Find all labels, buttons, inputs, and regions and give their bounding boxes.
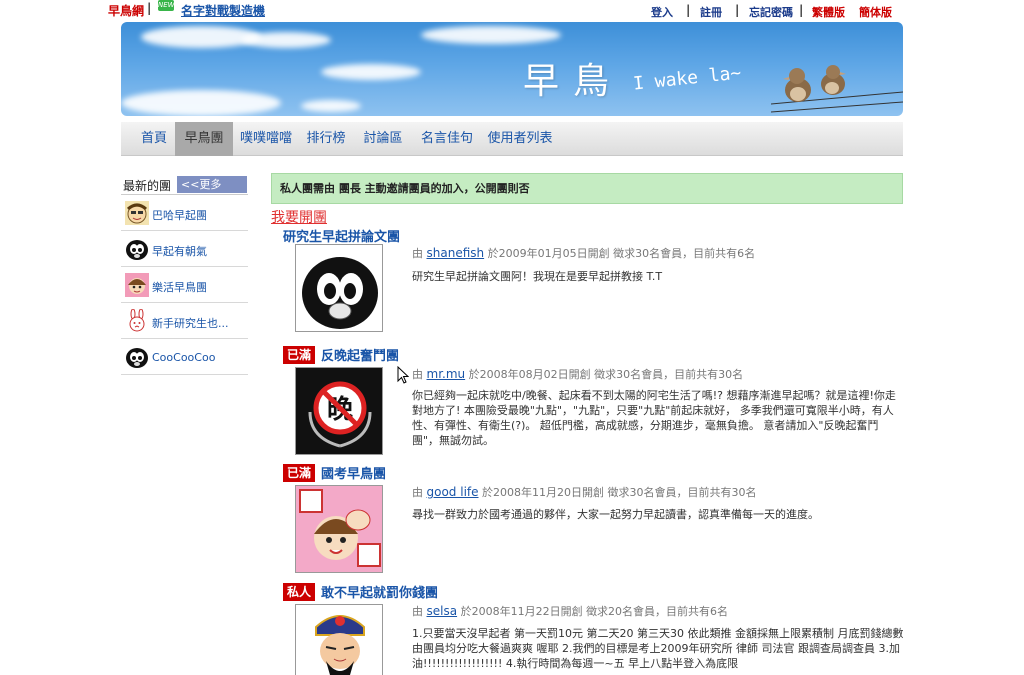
group-thumbnail[interactable] (295, 604, 383, 675)
group-meta-prefix: 由 (412, 605, 423, 618)
nav-pupu[interactable]: 噗噗噹噹 (236, 122, 296, 156)
rabbit-icon (129, 309, 145, 332)
login-link[interactable]: 登入 (651, 4, 673, 20)
simplified-chinese-link[interactable]: 簡体版 (859, 4, 892, 20)
group-entry: 研究生早起拼論文團 由 shanefish 於2009年01月05日開創 徵求3… (283, 226, 903, 338)
site-name-link[interactable]: 早鳥網 (108, 2, 144, 19)
separator: | (147, 1, 152, 15)
group-entry: 已滿 國考早鳥團 由 good life 於2008年11月20日開創 徵求30名… (283, 463, 903, 575)
nav-home[interactable]: 首頁 (133, 122, 175, 156)
birds-on-wire-icon (771, 65, 903, 113)
status-badge: 已滿 (283, 463, 316, 482)
header-banner: 早鳥 I wake la~ (121, 22, 903, 116)
sidebar-title: 最新的團 (123, 179, 172, 193)
group-meta-text: 於2008年11月20日開創 徵求30名會員，目前共有30名 (482, 486, 757, 499)
sidebar-item-label[interactable]: 巴哈早起團 (152, 207, 207, 223)
group-creator-link[interactable]: good life (427, 485, 479, 499)
top-bar: 早鳥網 | NEW 名字對戰製造機 登入 | 註冊 | 忘記密碼 | 繁體版 簡… (0, 0, 1024, 22)
group-creator-link[interactable]: selsa (427, 604, 458, 618)
status-badge: 私人 (283, 582, 316, 601)
separator: | (735, 3, 740, 17)
banner-title: 早鳥 (523, 61, 624, 102)
separator: | (686, 3, 691, 17)
group-meta: 由 selsa 於2008年11月22日開創 徵求20名會員，目前共有6名 (412, 603, 728, 619)
group-name-link[interactable]: 反晚起奮鬥團 (321, 349, 399, 364)
nav-quotes[interactable]: 名言佳句 (415, 122, 479, 156)
penguin-icon (302, 257, 378, 329)
group-header: 已滿 國考早鳥團 (283, 463, 386, 483)
sidebar-item[interactable]: 樂活早鳥團 (121, 267, 248, 303)
cartoon-face-icon (125, 201, 149, 225)
sidebar-item-label[interactable]: 樂活早鳥團 (152, 279, 207, 295)
group-name-link[interactable]: 國考早鳥團 (321, 467, 386, 482)
group-meta-prefix: 由 (412, 368, 423, 381)
sidebar-item[interactable]: 巴哈早起團 (121, 195, 248, 231)
sidebar-more-link[interactable]: <<更多 (177, 176, 247, 193)
nav-user-list[interactable]: 使用者列表 (485, 122, 555, 156)
cloud (121, 90, 281, 116)
sidebar-item-label[interactable]: 早起有朝氣 (152, 243, 207, 259)
group-thumbnail[interactable] (295, 485, 383, 573)
sidebar-item-label[interactable]: 新手研究生也... (152, 315, 229, 331)
group-header: 研究生早起拼論文團 (283, 226, 400, 246)
group-creator-link[interactable]: mr.mu (427, 367, 466, 381)
no-late-icon: 晚 (296, 368, 382, 454)
group-entry: 已滿反晚起奮鬥團 晚 由 mr.mu 於2008年08月02日開創 徵求30名會… (283, 345, 903, 457)
sidebar-item-label[interactable]: CooCooCoo (152, 351, 215, 364)
group-name-link[interactable]: 研究生早起拼論文團 (283, 230, 400, 245)
group-meta-text: 於2009年01月05日開創 徵求30名會員，目前共有6名 (487, 247, 756, 260)
group-meta-text: 於2008年11月22日開創 徵求20名會員，目前共有6名 (460, 605, 729, 618)
group-thumbnail[interactable]: 晚 (295, 367, 383, 455)
cloud (241, 32, 331, 48)
sidebar-item[interactable]: CooCooCoo (121, 339, 248, 375)
status-badge: 已滿 (283, 345, 316, 364)
nav-early-bird-groups[interactable]: 早鳥團 (175, 122, 233, 156)
cheer-girl-icon (296, 486, 382, 572)
judge-icon (296, 605, 382, 675)
name-battle-link[interactable]: 名字對戰製造機 (181, 2, 265, 19)
group-header: 私人 敢不早起就罰你錢團 (283, 582, 438, 602)
main-nav: 首頁 早鳥團 噗噗噹噹 排行榜 討論區 名言佳句 使用者列表 (121, 122, 903, 156)
cloud (301, 100, 361, 112)
sidebar-header: 最新的團 <<更多 (121, 174, 248, 195)
sidebar-item[interactable]: 早起有朝氣 (121, 231, 248, 267)
group-meta-text: 於2008年08月02日開創 徵求30名會員，目前共有30名 (468, 368, 744, 381)
group-description: 1.只要當天沒早起者 第一天罰10元 第二天20 第三天30 依此類推 金額採無… (412, 627, 904, 670)
separator: | (799, 3, 804, 17)
group-creator-link[interactable]: shanefish (427, 246, 485, 260)
cloud (321, 64, 421, 80)
nav-forum[interactable]: 討論區 (359, 122, 407, 156)
group-meta: 由 shanefish 於2009年01月05日開創 徵求30名會員，目前共有6… (412, 245, 755, 261)
group-header: 已滿 反晚起奮鬥團 (283, 345, 399, 365)
group-description: 你已經夠一起床就吃中/晚餐、起床看不到太陽的阿宅生活了嗎!? 想藉序漸進早起嗎？… (412, 389, 896, 447)
group-meta-prefix: 由 (412, 486, 423, 499)
group-meta: 由 good life 於2008年11月20日開創 徵求30名會員，目前共有3… (412, 484, 757, 500)
group-description: 研究生早起拼論文團阿！我現在是要早起拼教接 T.T (412, 270, 663, 283)
group-meta: 由 mr.mu 於2008年08月02日開創 徵求30名會員，目前共有30名 (412, 366, 743, 382)
cloud (421, 26, 561, 44)
new-badge: NEW (158, 0, 175, 11)
register-link[interactable]: 註冊 (700, 4, 722, 20)
sidebar: 最新的團 <<更多 巴哈早起團 早起有朝氣 樂活早鳥團 新手研究生也... Co… (121, 174, 248, 375)
group-description: 尋找一群致力於國考通過的夥伴，大家一起努力早起讀書，認真準備每一天的進度。 (412, 508, 819, 521)
forgot-password-link[interactable]: 忘記密碼 (749, 4, 793, 20)
mouse-cursor-icon (397, 366, 409, 384)
banner-subtitle: I wake la~ (632, 62, 743, 95)
open-group-link[interactable]: 我要開團 (271, 207, 327, 227)
group-entry: 私人 敢不早起就罰你錢團 由 selsa 於2008年11月22日開創 徵求20名… (283, 582, 903, 675)
group-meta-prefix: 由 (412, 247, 423, 260)
nav-ranking[interactable]: 排行榜 (302, 122, 350, 156)
group-notice: 私人團需由 團長 主動邀請團員的加入，公開團則否 (271, 173, 903, 204)
group-thumbnail[interactable] (295, 244, 383, 332)
cartoon-girl-icon (125, 273, 149, 297)
group-name-link[interactable]: 敢不早起就罰你錢團 (321, 586, 438, 601)
penguin-icon (126, 240, 148, 260)
traditional-chinese-link[interactable]: 繁體版 (812, 4, 845, 20)
sidebar-item[interactable]: 新手研究生也... (121, 303, 248, 339)
penguin-icon (126, 348, 148, 368)
